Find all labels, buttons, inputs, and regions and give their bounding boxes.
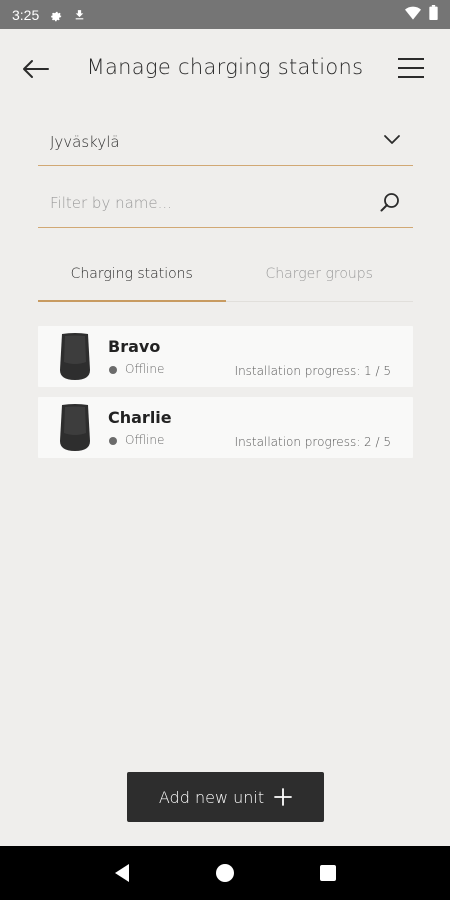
station-name: Bravo [108, 337, 161, 356]
back-triangle-icon [114, 864, 129, 882]
nav-back-button[interactable] [102, 853, 142, 893]
add-new-unit-button[interactable]: Add new unit [127, 772, 324, 822]
search-field [38, 178, 413, 228]
search-icon[interactable] [379, 191, 401, 217]
status-dot [109, 366, 117, 374]
battery-icon [429, 5, 438, 24]
plus-icon [274, 788, 293, 806]
charger-icon [58, 403, 92, 457]
charger-icon [58, 332, 92, 386]
status-time: 3:25 [12, 6, 40, 23]
tab-bar: Charging stations Charger groups [38, 252, 413, 302]
add-new-unit-label: Add new unit [158, 787, 265, 807]
station-card[interactable]: Charlie Offline Installation progress: 2… [38, 397, 413, 458]
status-bar: 3:25 [0, 0, 450, 29]
wifi-icon [405, 5, 421, 24]
location-select[interactable]: Jyväskylä [38, 118, 413, 166]
station-list: Bravo Offline Installation progress: 1 /… [38, 326, 413, 468]
location-value: Jyväskylä [50, 132, 120, 151]
nav-home-button[interactable] [205, 853, 245, 893]
tab-charging-stations[interactable]: Charging stations [38, 252, 226, 302]
recents-square-icon [320, 865, 337, 881]
status-dot [109, 437, 117, 445]
gear-icon [49, 8, 63, 22]
station-status: Offline [125, 433, 165, 447]
station-status: Offline [125, 362, 165, 376]
installation-progress: Installation progress: 1 / 5 [234, 364, 391, 378]
home-circle-icon [215, 864, 234, 882]
search-input[interactable] [38, 193, 358, 212]
station-card[interactable]: Bravo Offline Installation progress: 1 /… [38, 326, 413, 387]
page-title: Manage charging stations [86, 55, 364, 79]
installation-progress: Installation progress: 2 / 5 [234, 435, 391, 449]
nav-recents-button[interactable] [308, 853, 348, 893]
app-bar: Manage charging stations [0, 29, 450, 109]
station-name: Charlie [108, 408, 172, 427]
download-icon [73, 8, 86, 22]
tab-charger-groups[interactable]: Charger groups [226, 252, 414, 301]
menu-button[interactable] [398, 56, 424, 80]
hamburger-menu-icon [398, 58, 424, 60]
system-nav-bar [0, 846, 450, 900]
chevron-down-icon [383, 130, 401, 149]
